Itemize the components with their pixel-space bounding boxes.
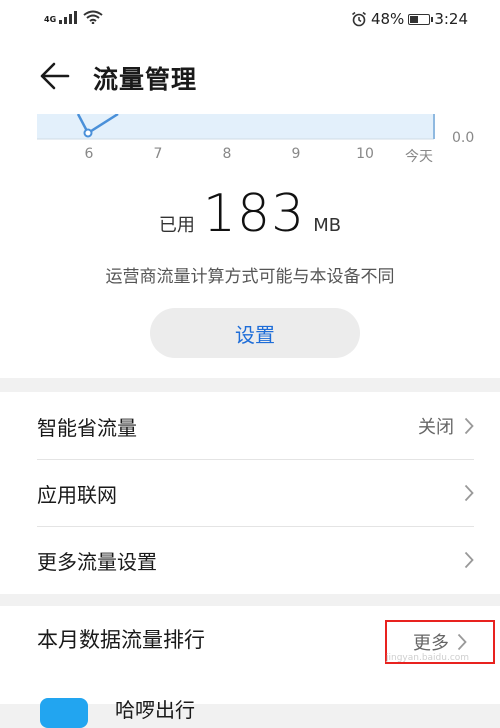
chevron-right-icon [464, 484, 474, 502]
usage-card: 6 7 8 9 10 今天 0.0 已用 183 MB 运营商流量计算方式可能与… [0, 114, 500, 378]
x-tick-label: 6 [84, 146, 94, 162]
settings-list: 智能省流量 关闭 应用联网 更多流量设置 [0, 392, 500, 594]
watermark: jingyan.baidu.com [386, 653, 470, 663]
app-header: 流量管理 [0, 36, 500, 114]
network-type: 4G [44, 15, 57, 24]
wifi-icon [83, 10, 103, 24]
x-tick-label: 9 [291, 146, 301, 162]
y-axis-label: 0.0 [452, 130, 475, 146]
settings-button[interactable]: 设置 [150, 308, 360, 358]
page-title: 流量管理 [93, 65, 198, 94]
ranking-title: 本月数据流量排行 [37, 628, 205, 652]
chevron-right-icon [464, 417, 474, 435]
battery-fill [410, 15, 418, 23]
signal-icon [59, 11, 78, 24]
x-tick-label: 10 [356, 146, 374, 162]
x-tick-label: 今天 [405, 149, 433, 165]
usage-label: 已用 [158, 215, 195, 236]
ranking-section: 本月数据流量排行 更多 jingyan.baidu.com 哈啰出行 [0, 606, 500, 728]
usage-note: 运营商流量计算方式可能与本设备不同 [105, 267, 395, 287]
list-item-smart-save[interactable]: 智能省流量 关闭 [37, 393, 474, 459]
x-tick-label: 8 [222, 146, 232, 162]
list-item-value: 关闭 [418, 417, 454, 438]
usage-value: 183 [202, 184, 306, 244]
x-tick-label: 7 [153, 146, 163, 162]
usage-summary: 已用 183 MB [0, 184, 500, 244]
list-item-more-settings[interactable]: 更多流量设置 [37, 527, 474, 593]
app-name[interactable]: 哈啰出行 [115, 694, 195, 723]
status-bar: 4G 48% 3:24 [0, 0, 500, 36]
chart-point [83, 128, 93, 138]
app-icon [40, 698, 88, 728]
list-item-app-network[interactable]: 应用联网 [37, 460, 474, 526]
chevron-right-icon [464, 551, 474, 569]
more-label: 更多 [413, 633, 449, 654]
clock: 3:24 [434, 10, 468, 28]
battery-percent: 48% [370, 10, 405, 28]
list-item-label: 更多流量设置 [37, 549, 157, 574]
list-item-label: 应用联网 [37, 482, 117, 507]
battery-icon [408, 13, 434, 25]
back-arrow-icon[interactable] [38, 60, 70, 92]
usage-unit: MB [313, 215, 342, 236]
list-item-label: 智能省流量 [37, 415, 137, 440]
chevron-right-icon [457, 633, 467, 651]
alarm-icon [351, 11, 366, 27]
